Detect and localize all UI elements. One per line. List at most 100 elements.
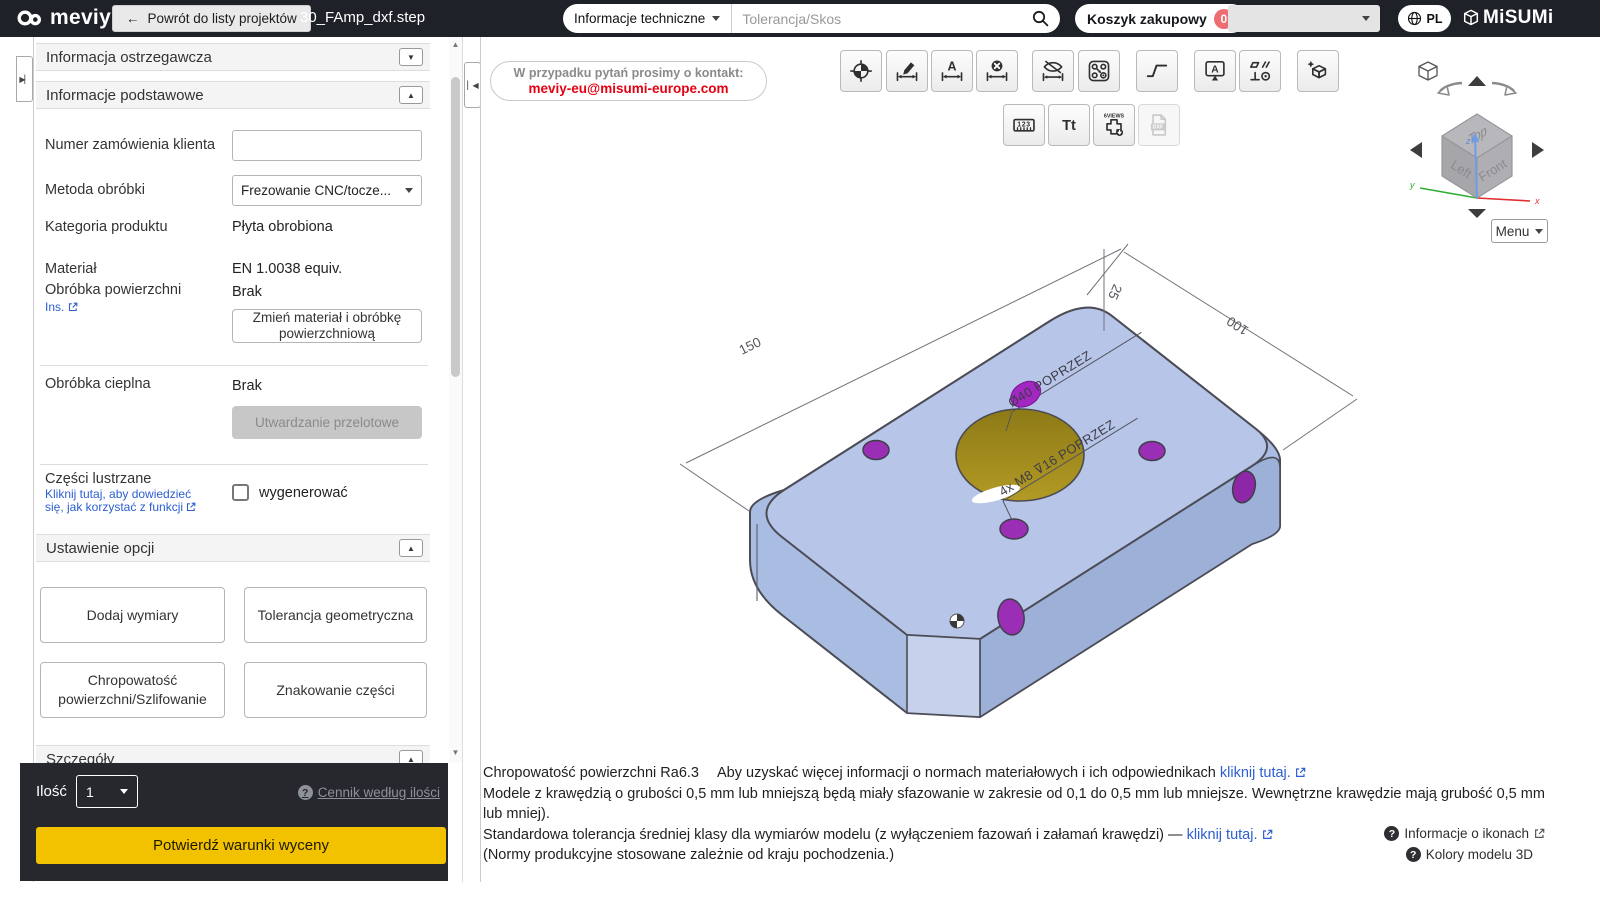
svg-text:A: A xyxy=(948,59,957,73)
text-size-button[interactable]: Tt xyxy=(1048,104,1090,146)
external-link-icon xyxy=(1535,828,1545,838)
pricing-by-quantity-link[interactable]: ? Cennik według ilości xyxy=(297,785,440,800)
viewer-menu-button[interactable]: Menu xyxy=(1491,219,1548,243)
through-hardening-button[interactable]: Utwardzanie przelotowe xyxy=(232,406,422,439)
delete-dimension-button[interactable] xyxy=(976,50,1018,92)
mirror-generate-checkbox[interactable] xyxy=(232,484,249,501)
expand-left-panel-handle[interactable]: ▶▏ xyxy=(16,56,33,102)
datum-target-button[interactable] xyxy=(840,50,882,92)
section-details[interactable]: Szczegóły ▲ xyxy=(36,745,430,763)
dxf-download-button[interactable]: DXF xyxy=(1138,104,1180,146)
search-input[interactable] xyxy=(732,10,1028,27)
collapse-toggle-button[interactable]: ▲ xyxy=(399,750,423,763)
svg-text:DXF: DXF xyxy=(1153,125,1165,131)
question-icon: ? xyxy=(1405,847,1421,862)
divider xyxy=(40,464,428,465)
section-warning-info[interactable]: Informacja ostrzegawcza ▼ xyxy=(36,43,430,71)
search-category-select[interactable]: Informacje techniczne xyxy=(563,4,733,33)
search-button[interactable] xyxy=(1028,10,1060,27)
contact-info: W przypadku pytań prosimy o kontakt: mev… xyxy=(490,61,767,101)
order-number-input[interactable] xyxy=(232,130,422,161)
part-marking-icon: A xyxy=(1205,60,1225,81)
change-material-button[interactable]: Zmień materiał i obróbkę powierzchniową xyxy=(232,309,422,343)
hide-dimension-button[interactable] xyxy=(1032,50,1074,92)
chevron-down-icon xyxy=(120,789,128,794)
chevron-down-icon xyxy=(405,188,413,193)
viewer-toolbar-row2: 123 Tt 6VIEWS DXF xyxy=(1003,104,1180,146)
cart-button[interactable]: Koszyk zakupowy 0 xyxy=(1075,4,1246,33)
tolerance-info-link[interactable]: kliknij tutaj. xyxy=(1187,827,1273,843)
dxf-file-icon: DXF xyxy=(1150,114,1167,136)
scrollbar-thumb[interactable] xyxy=(451,77,460,377)
mirror-checkbox-label: wygenerować xyxy=(259,485,348,501)
icons-info-link[interactable]: ? Informacje o ikonach xyxy=(1384,826,1545,841)
part-marking-button-toolbar[interactable]: A xyxy=(1194,50,1236,92)
datum-target-marker[interactable] xyxy=(949,613,965,629)
chevron-down-icon xyxy=(1535,228,1544,234)
svg-text:6VIEWS: 6VIEWS xyxy=(1104,114,1125,120)
meviy-logo[interactable]: meviy xyxy=(14,6,111,30)
quote-bar: Ilość 1 ? Cennik według ilości Potwierdź… xyxy=(20,763,448,881)
isometric-view-icon[interactable] xyxy=(1418,61,1438,81)
view-cube-widget[interactable]: y x Top Left Front z xyxy=(1398,50,1556,222)
note-roughness-line: Chropowatość powierzchni Ra6.3 Aby uzyska… xyxy=(483,763,1561,784)
viewport-3d[interactable]: 150 100 25 Ø40 POPRZEZ 4x M8 ⊽16 POPRZEZ xyxy=(660,235,1380,770)
add-dimensions-button[interactable]: Dodaj wymiary xyxy=(40,587,225,643)
language-button[interactable]: PL xyxy=(1398,5,1451,32)
part-marking-button[interactable]: Znakowanie części xyxy=(244,662,427,718)
dimension-values-button[interactable]: 123 xyxy=(1003,104,1045,146)
text-dimension-button[interactable]: A xyxy=(931,50,973,92)
surface-roughness-button[interactable]: Chropowatość powierzchni/Szlifowanie xyxy=(40,662,225,718)
collapse-toggle-button[interactable]: ▲ xyxy=(399,86,423,104)
hole-table-icon xyxy=(1088,60,1110,82)
hole-table-button[interactable] xyxy=(1078,50,1120,92)
project-select[interactable] xyxy=(1228,5,1380,32)
mirror-parts-help-link[interactable]: Kliknij tutaj, aby dowiedzieć się, jak k… xyxy=(45,488,196,514)
file-name: 30_FAmp_dxf.step xyxy=(300,9,426,26)
product-category-value: Płyta obrobiona xyxy=(232,219,333,235)
external-link-icon xyxy=(1262,829,1272,839)
deburring-button[interactable] xyxy=(1297,50,1339,92)
geometric-tolerance-button-toolbar[interactable] xyxy=(1239,50,1281,92)
collapse-sidebar-handle[interactable]: ▏◀ xyxy=(464,62,481,108)
back-to-projects-button[interactable]: ← Powrót do listy projektów xyxy=(112,5,311,32)
chevron-down-icon xyxy=(712,16,721,21)
note-edges-line: Modele z krawędzią o grubości 0,5 mm lub… xyxy=(483,785,1545,823)
rotate-right-button[interactable] xyxy=(1532,142,1544,158)
scroll-down-button[interactable]: ▼ xyxy=(449,748,462,757)
rotate-up-button[interactable] xyxy=(1468,76,1486,86)
material-label: Materiał xyxy=(45,261,97,277)
rotate-right-arrow[interactable] xyxy=(1491,81,1517,96)
edit-dimension-button[interactable] xyxy=(886,50,928,92)
part-model[interactable] xyxy=(749,306,1281,718)
six-views-download-button[interactable]: 6VIEWS xyxy=(1093,104,1135,146)
ins-link[interactable]: Ins. xyxy=(45,300,78,314)
geometric-tolerance-button[interactable]: Tolerancja geometryczna xyxy=(244,587,427,643)
main-divider xyxy=(480,37,481,882)
scroll-up-button[interactable]: ▲ xyxy=(449,40,462,49)
axis-z-label: z xyxy=(1465,136,1471,146)
section-options[interactable]: Ustawienie opcji ▲ xyxy=(36,534,430,562)
model-colors-link[interactable]: ? Kolory modelu 3D xyxy=(1405,847,1533,862)
dimension-thickness: 25 xyxy=(1105,282,1125,302)
rotate-left-arrow[interactable] xyxy=(1437,81,1463,96)
confirm-quote-button[interactable]: Potwierdź warunki wyceny xyxy=(36,827,446,864)
surface-roughness-button[interactable] xyxy=(1136,50,1178,92)
machining-method-select[interactable]: Frezowanie CNC/tocze... xyxy=(232,175,422,206)
quantity-select[interactable]: 1 xyxy=(76,775,138,808)
svg-text:Tt: Tt xyxy=(1062,118,1076,134)
section-basic-info[interactable]: Informacje podstawowe ▲ xyxy=(36,81,430,109)
external-link-icon xyxy=(187,502,196,512)
collapse-toggle-button[interactable]: ▲ xyxy=(399,539,423,557)
rotate-down-button[interactable] xyxy=(1468,209,1486,218)
contact-email-link[interactable]: meviy-eu@misumi-europe.com xyxy=(529,81,729,96)
delete-dimension-icon xyxy=(986,60,1008,82)
materials-info-link[interactable]: kliknij tutaj. xyxy=(1220,765,1306,781)
divider xyxy=(40,365,428,366)
datum-target-icon xyxy=(850,60,872,82)
search-box: Informacje techniczne xyxy=(563,4,1060,33)
rotate-left-button[interactable] xyxy=(1410,142,1422,158)
mirror-parts-label: Części lustrzane xyxy=(45,471,152,487)
dimension-labels[interactable]: 150 100 25 xyxy=(737,282,1251,358)
collapse-toggle-button[interactable]: ▼ xyxy=(399,48,423,66)
